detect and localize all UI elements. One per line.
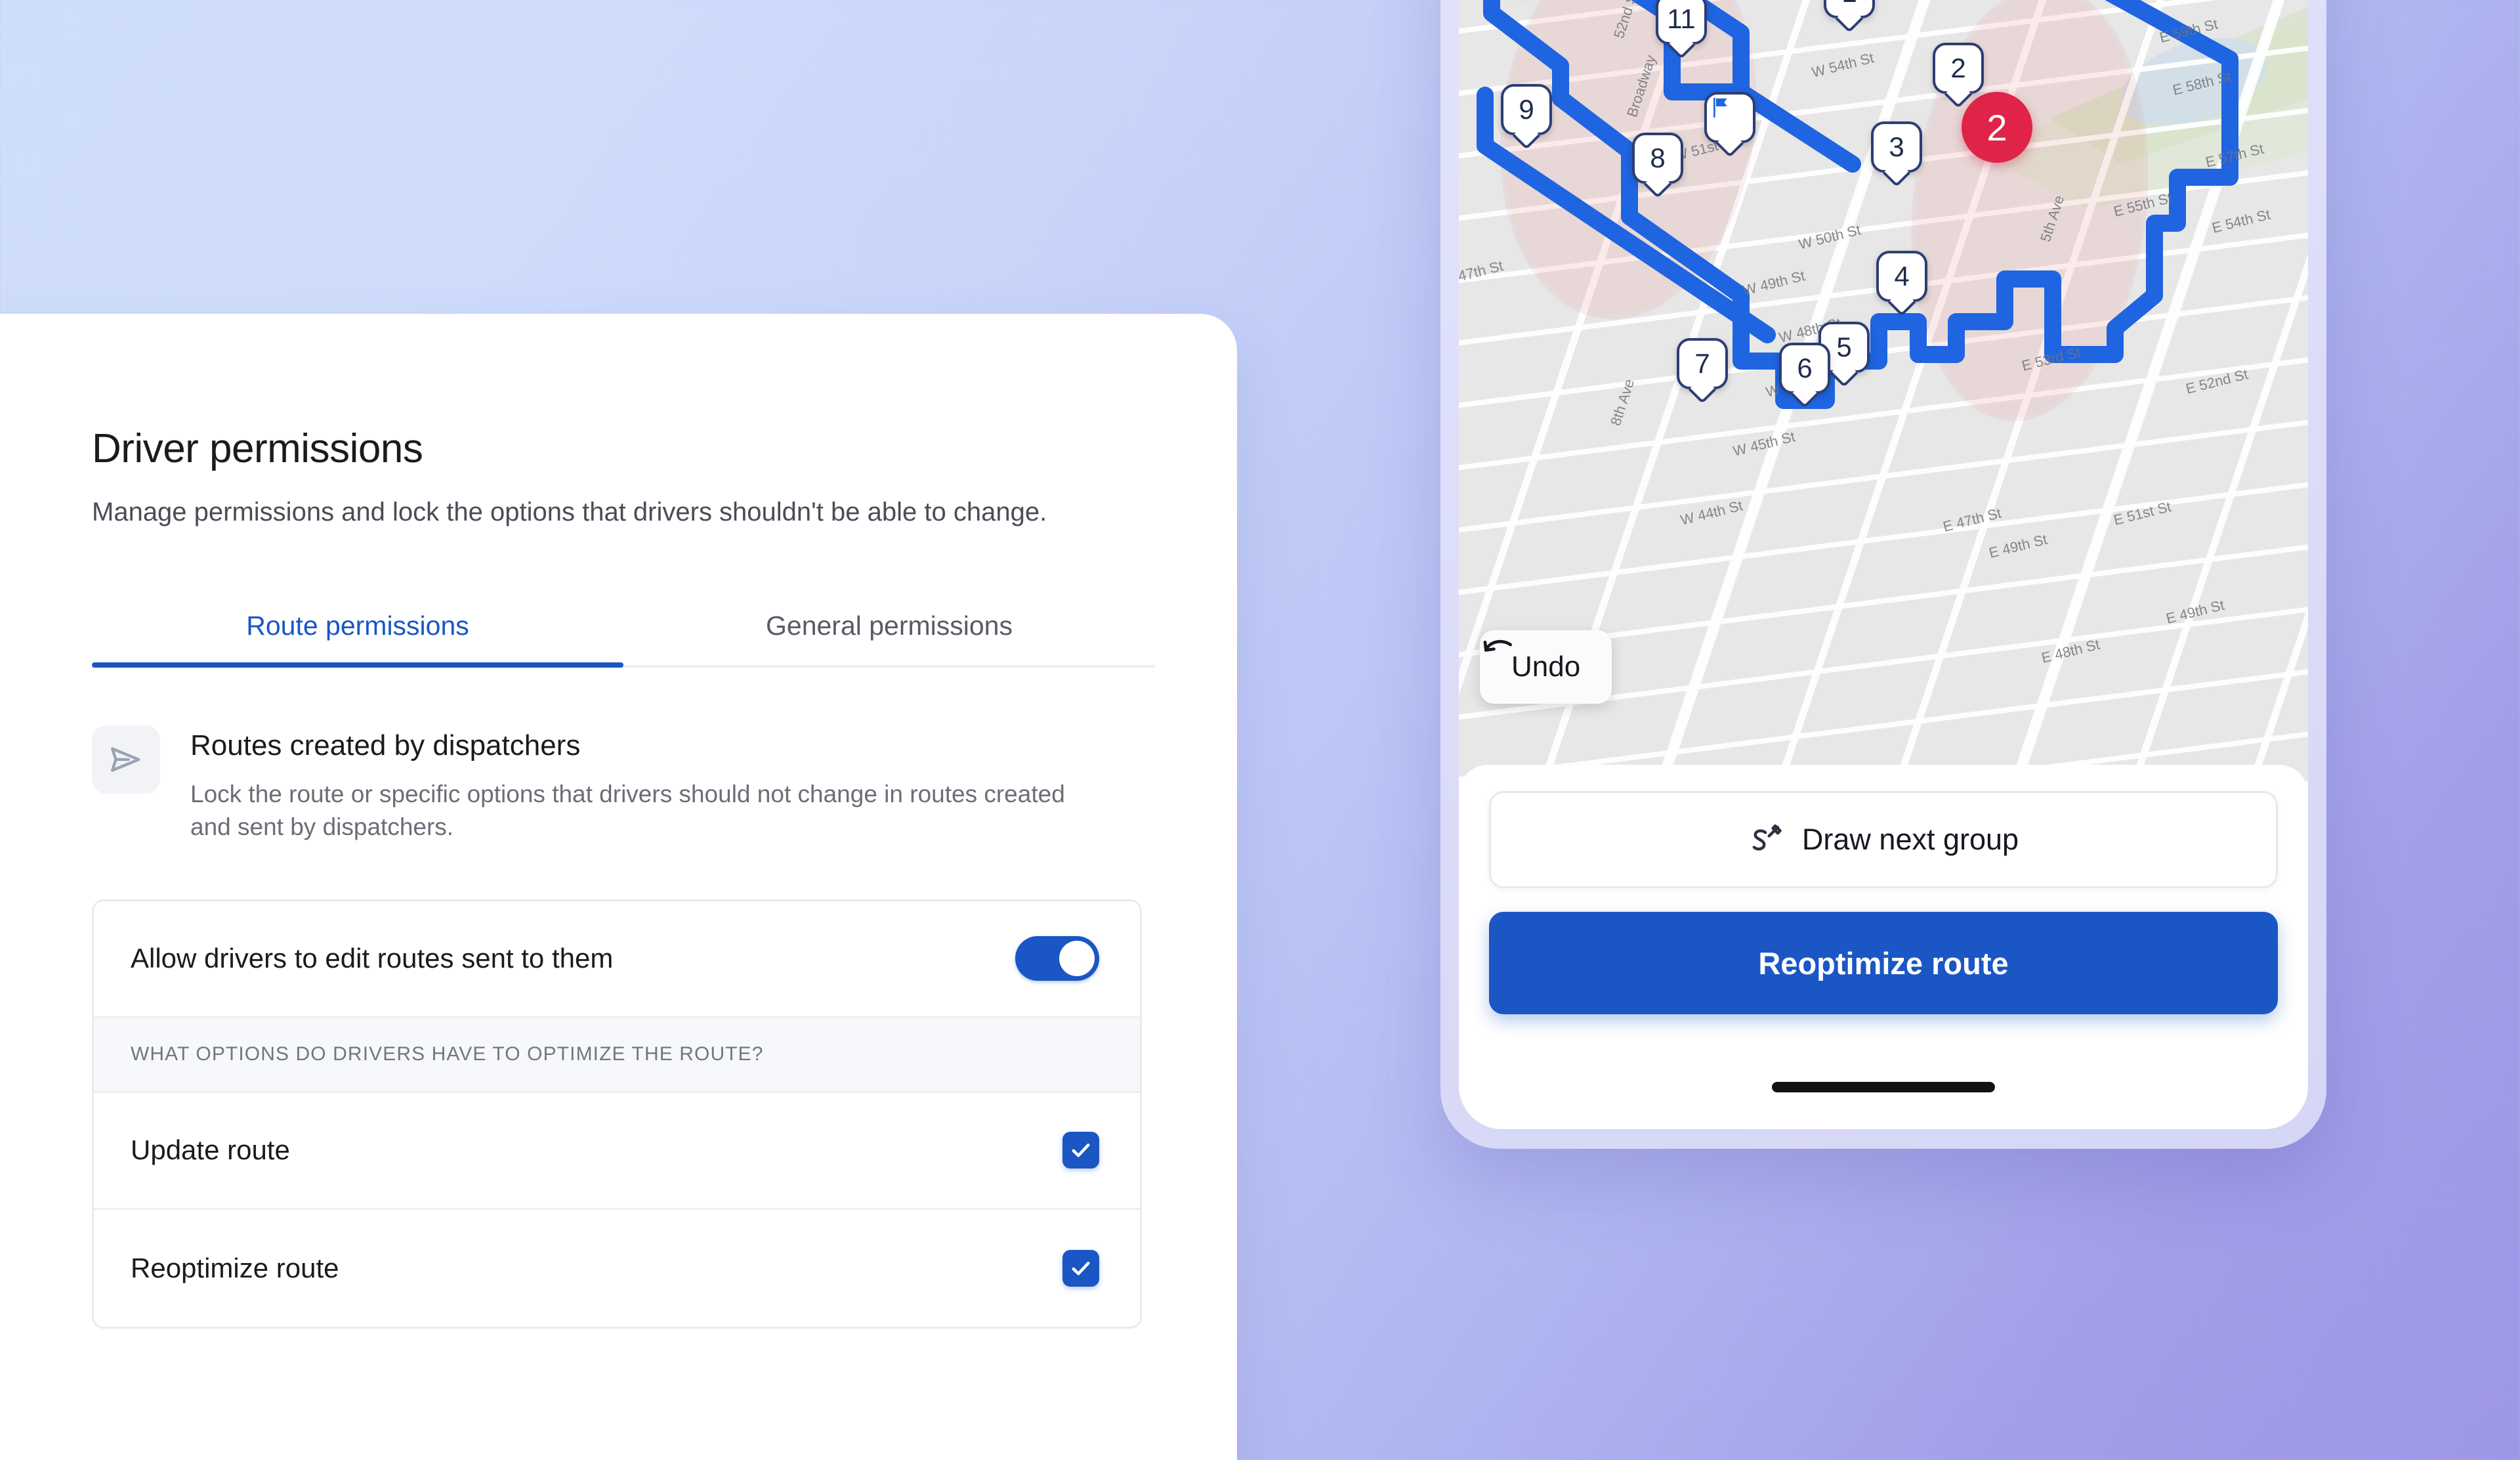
options-group-header-label: WHAT OPTIONS DO DRIVERS HAVE TO OPTIMIZE… xyxy=(131,1043,764,1065)
row-allow-drivers-edit[interactable]: Allow drivers to edit routes sent to the… xyxy=(94,901,1140,1018)
group-badge-2-label: 2 xyxy=(1986,106,2007,148)
route-map[interactable]: W 55th St W 57th St W 56th St W 55th St … xyxy=(1459,0,2308,781)
row-reoptimize-route[interactable]: Reoptimize route xyxy=(94,1210,1140,1327)
map-bottom-sheet: Draw next group Reoptimize route xyxy=(1459,765,2308,1129)
home-indicator xyxy=(1772,1082,1995,1092)
page-subtitle: Manage permissions and lock the options … xyxy=(92,498,1047,526)
row-update-route[interactable]: Update route xyxy=(94,1093,1140,1210)
section-title: Routes created by dispatchers xyxy=(190,729,581,762)
toggle-knob xyxy=(1059,941,1095,977)
tab-route-permissions[interactable]: Route permissions xyxy=(92,586,623,668)
tab-route-permissions-label: Route permissions xyxy=(246,610,469,641)
stop-pin-1[interactable]: 1 xyxy=(1824,0,1875,18)
permissions-tabs: Route permissions General permissions xyxy=(92,586,1155,668)
page-title: Driver permissions xyxy=(92,426,423,471)
tab-general-permissions-label: General permissions xyxy=(766,610,1013,641)
update-route-checkbox[interactable] xyxy=(1062,1132,1099,1169)
section-description: Lock the route or specific options that … xyxy=(190,781,1065,841)
undo-arrow-icon xyxy=(1483,639,1512,652)
check-icon xyxy=(1072,1261,1090,1276)
stop-pin-11[interactable]: 11 xyxy=(1656,0,1707,45)
reoptimize-route-button[interactable]: Reoptimize route xyxy=(1489,912,2278,1014)
stop-pin-9[interactable]: 9 xyxy=(1501,84,1552,135)
stop-pin-3[interactable]: 3 xyxy=(1871,121,1922,173)
row-update-route-label: Update route xyxy=(131,1134,290,1166)
allow-edit-toggle[interactable] xyxy=(1015,936,1099,981)
stop-pin-8[interactable]: 8 xyxy=(1632,133,1683,184)
group-badge-2[interactable]: 2 xyxy=(1962,92,2032,163)
tab-general-permissions[interactable]: General permissions xyxy=(623,586,1155,665)
undo-button-label: Undo xyxy=(1511,651,1581,683)
flag-icon xyxy=(1713,98,1727,118)
stop-pin-7[interactable]: 7 xyxy=(1677,338,1728,389)
phone-mockup: W 55th St W 57th St W 56th St W 55th St … xyxy=(1440,0,2326,1149)
card-content: Driver permissions Manage permissions an… xyxy=(92,425,1158,1329)
flag-pin[interactable] xyxy=(1704,92,1755,143)
row-allow-drivers-edit-label: Allow drivers to edit routes sent to the… xyxy=(131,943,614,974)
undo-button[interactable]: Undo xyxy=(1480,630,1612,704)
phone-screen: W 55th St W 57th St W 56th St W 55th St … xyxy=(1459,0,2308,1129)
stop-pin-6[interactable]: 6 xyxy=(1779,343,1830,394)
stop-pin-4[interactable]: 4 xyxy=(1876,251,1927,302)
draw-next-group-label: Draw next group xyxy=(1801,823,2019,856)
routes-section-header: Routes created by dispatchers Lock the r… xyxy=(92,725,1158,844)
row-reoptimize-route-label: Reoptimize route xyxy=(131,1252,339,1283)
options-group-header: WHAT OPTIONS DO DRIVERS HAVE TO OPTIMIZE… xyxy=(94,1018,1140,1093)
driver-permissions-card: Driver permissions Manage permissions an… xyxy=(0,314,1237,1460)
reoptimize-route-checkbox[interactable] xyxy=(1062,1249,1099,1287)
draw-next-group-button[interactable]: Draw next group xyxy=(1489,791,2278,888)
send-icon xyxy=(92,725,160,794)
lasso-pencil-icon xyxy=(1752,824,1782,851)
check-icon xyxy=(1072,1144,1090,1157)
stop-pin-2[interactable]: 2 xyxy=(1933,43,1984,94)
options-list: Allow drivers to edit routes sent to the… xyxy=(92,899,1142,1329)
reoptimize-route-button-label: Reoptimize route xyxy=(1758,945,2009,981)
